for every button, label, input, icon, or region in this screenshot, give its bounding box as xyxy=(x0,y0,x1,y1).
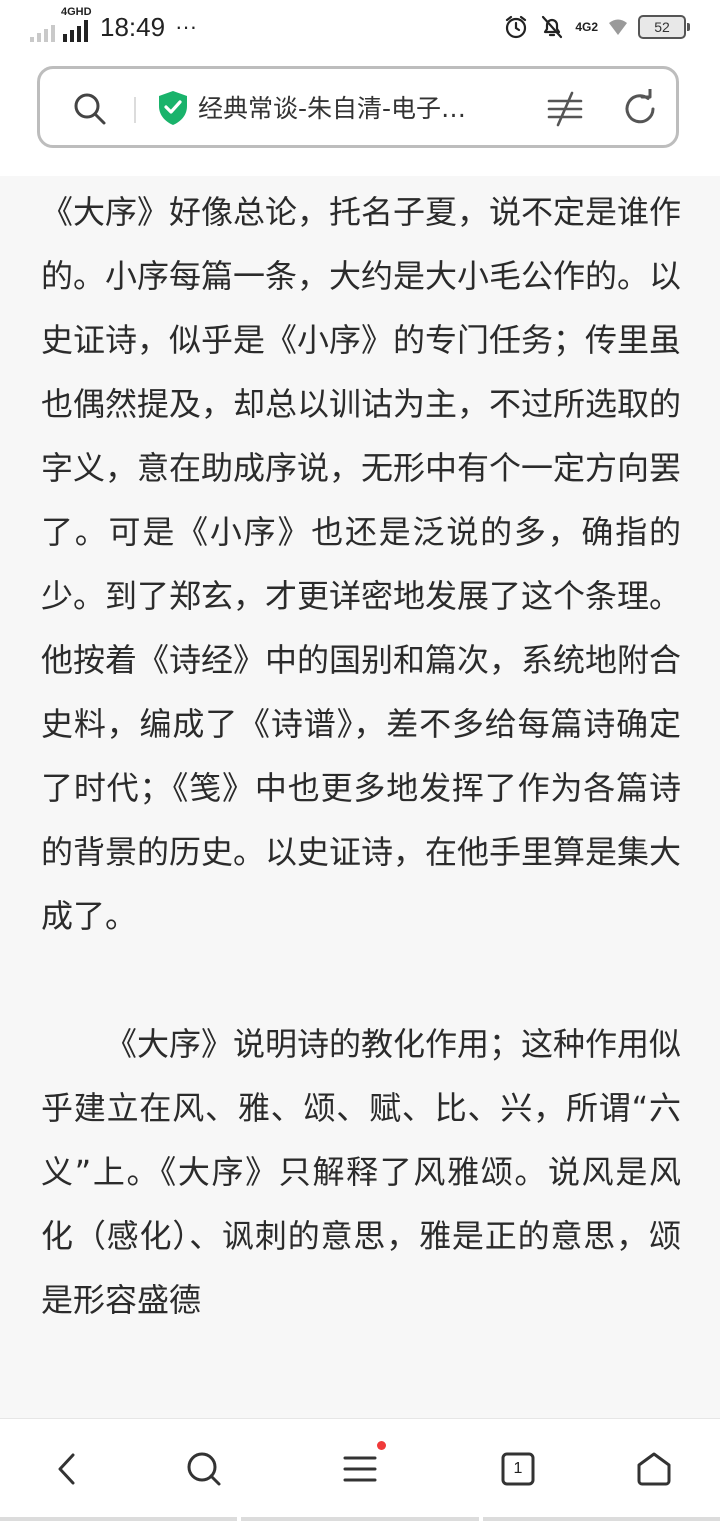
status-right: 4G2 52 xyxy=(503,14,690,40)
notification-dot xyxy=(377,1441,386,1450)
alarm-icon xyxy=(506,15,527,39)
signal-1-icon xyxy=(30,18,55,42)
battery-icon: 52 xyxy=(638,15,690,39)
network-label: 4GHD xyxy=(61,6,92,18)
shield-check-icon xyxy=(159,91,187,125)
home-icon xyxy=(637,1452,671,1486)
status-bar: 4GHD 18:49 ··· 4G2 52 xyxy=(0,0,720,56)
article-paragraph-1: 《大序》好像总论，托名子夏，说不定是谁作的。小序每篇一条，大约是大小毛公作的。以… xyxy=(41,193,682,935)
reader-mode-icon[interactable] xyxy=(545,89,585,129)
bottom-nav-bar: 1 xyxy=(0,1418,720,1521)
refresh-icon[interactable] xyxy=(620,89,660,129)
signal-2-icon xyxy=(63,18,88,42)
search-icon xyxy=(187,1452,221,1486)
signal-2-wrap: 4GHD xyxy=(61,6,92,42)
status-more: ··· xyxy=(175,14,198,39)
menu-icon xyxy=(343,1456,377,1482)
back-button[interactable] xyxy=(46,1447,90,1491)
network-label-2: 4G2 xyxy=(575,20,598,34)
page-title[interactable]: 经典常谈-朱自清-电子… xyxy=(198,89,528,129)
mute-bell-icon xyxy=(542,15,563,39)
battery-level: 52 xyxy=(654,19,670,35)
search-icon[interactable] xyxy=(72,91,108,127)
address-divider xyxy=(134,97,136,123)
status-time: 18:49 xyxy=(100,12,166,42)
menu-button[interactable] xyxy=(338,1441,386,1491)
wifi-icon xyxy=(609,19,627,35)
tabs-button[interactable]: 1 xyxy=(496,1447,540,1491)
address-bar[interactable]: 经典常谈-朱自清-电子… xyxy=(37,66,679,148)
system-gesture-strip xyxy=(0,1517,720,1521)
home-button[interactable] xyxy=(632,1447,676,1491)
browser-toolbar: 经典常谈-朱自清-电子… xyxy=(0,56,720,176)
back-icon xyxy=(58,1453,75,1485)
tabs-count: 1 xyxy=(513,1460,523,1477)
status-left: 4GHD 18:49 ··· xyxy=(30,6,198,42)
article-content: 《大序》好像总论，托名子夏，说不定是谁作的。小序每篇一条，大约是大小毛公作的。以… xyxy=(41,180,681,1332)
article-paragraph-2: 《大序》说明诗的教化作用；这种作用似乎建立在风、雅、颂、赋、比、兴，所谓“六义”… xyxy=(41,1025,682,1319)
nav-search-button[interactable] xyxy=(182,1447,226,1491)
